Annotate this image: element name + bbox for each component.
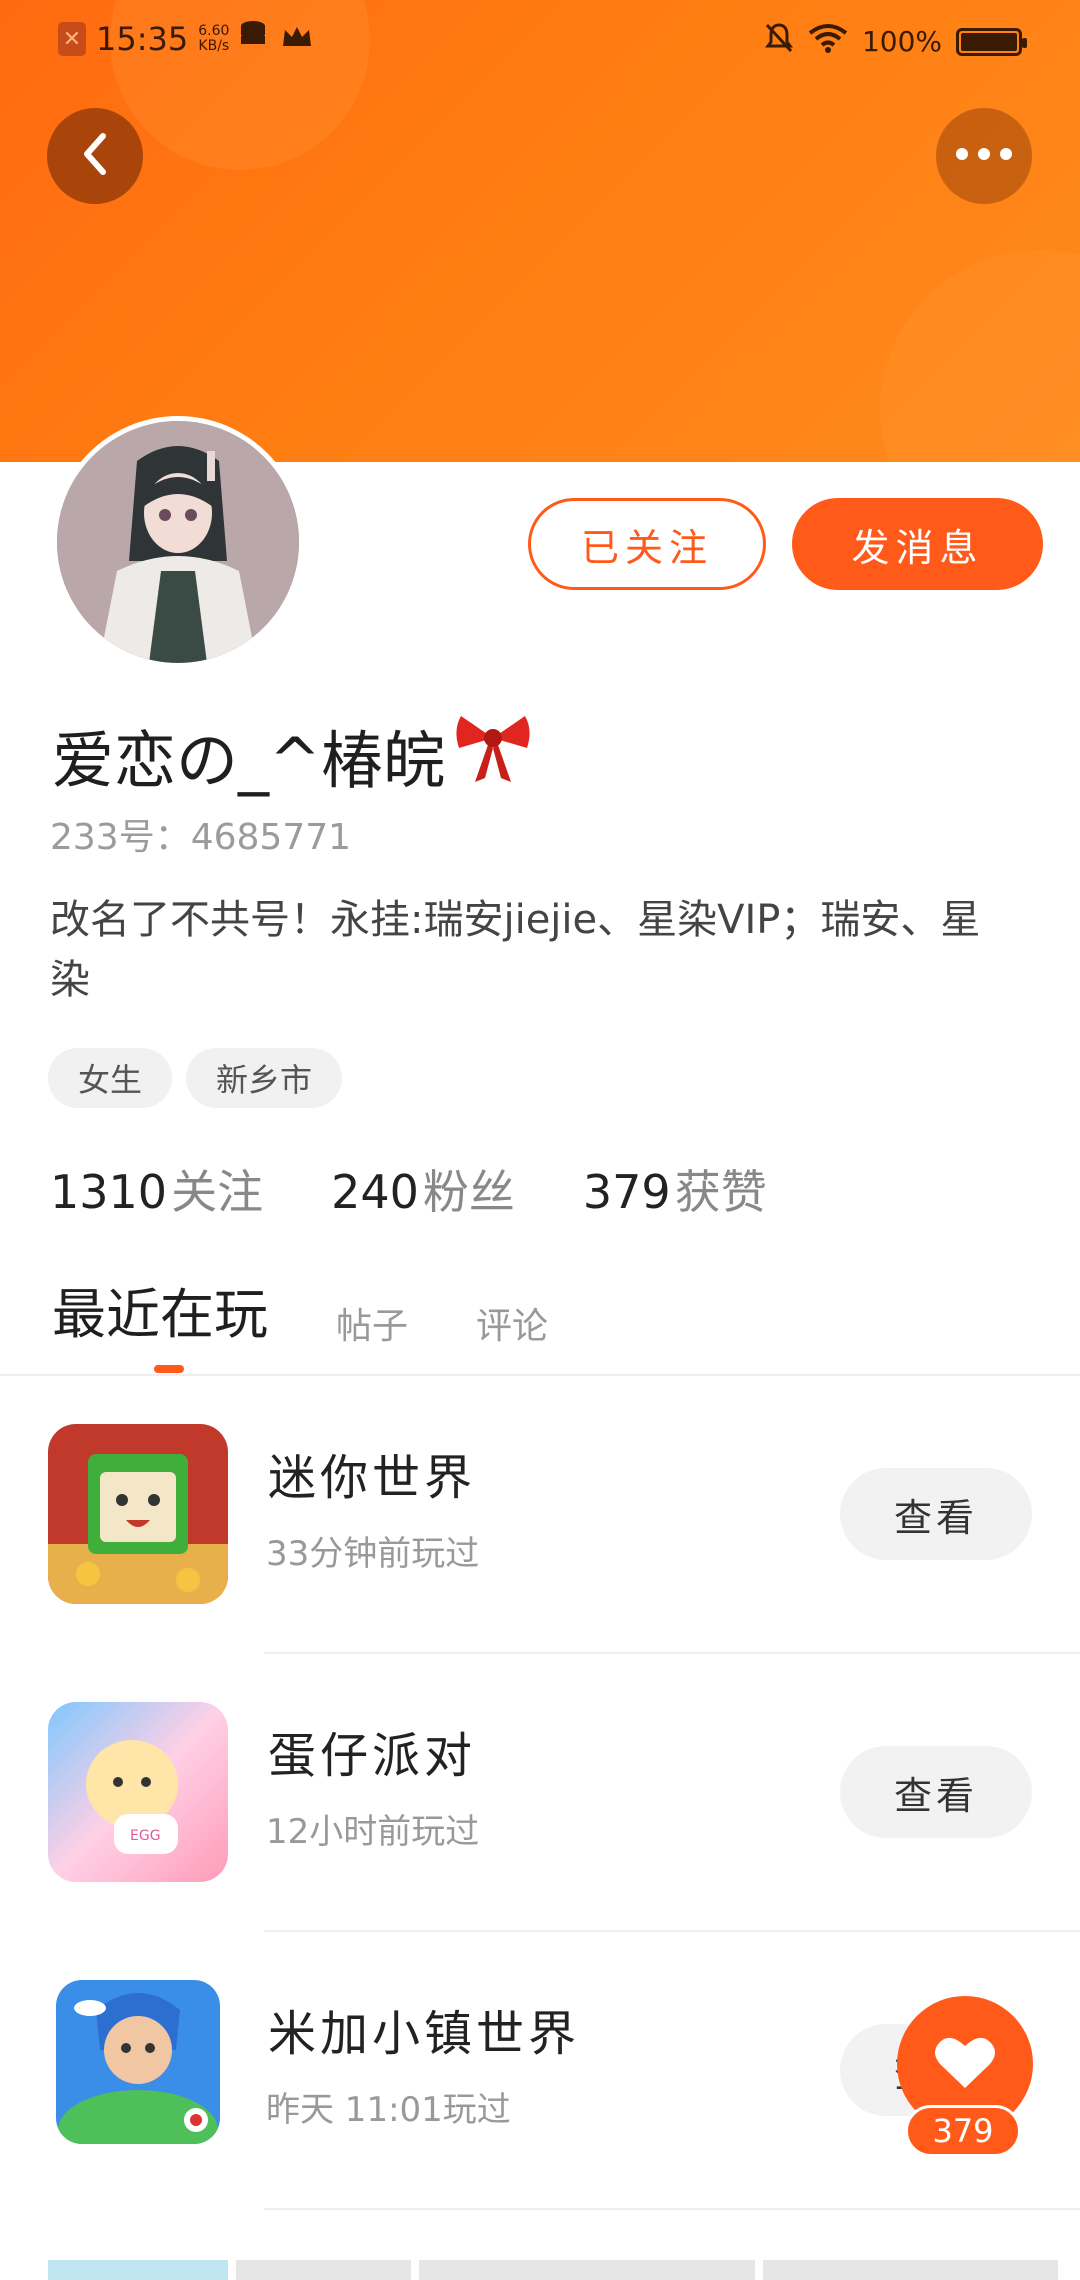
crown-icon	[281, 20, 313, 58]
game-last-played: 昨天 11:01玩过	[266, 2090, 511, 2130]
username-text: 爱恋の_^椿皖	[52, 723, 445, 797]
game-icon-mini-world	[48, 1424, 228, 1604]
like-count-badge: 379	[905, 2105, 1021, 2157]
status-bar: ✕ 15:35 6.60 KB/s 100%	[0, 0, 1080, 84]
svg-text:EGG: EGG	[130, 1828, 161, 1844]
battery-percent: 100%	[861, 25, 942, 58]
tag-city: 新乡市	[186, 1048, 343, 1108]
profile-stats: 1310关注 240粉丝 379获赞	[50, 1156, 767, 1222]
active-tab-indicator	[154, 1365, 184, 1373]
game-last-played: 33分钟前玩过	[266, 1534, 480, 1574]
divider	[264, 2208, 1080, 2210]
preview-image	[235, 2260, 412, 2280]
user-bio: 改名了不共号！永挂:瑞安jiejie、星染VIP；瑞安、星染	[50, 897, 981, 1003]
game-name: 迷你世界	[268, 1450, 477, 1506]
game-last-played: 12小时前玩过	[266, 1812, 480, 1852]
more-horizontal-icon	[954, 146, 1014, 166]
tab-comments[interactable]: 评论	[476, 1297, 548, 1353]
speed-value: 6.60	[198, 23, 230, 39]
chevron-left-icon	[75, 130, 115, 182]
game-icon-eggy-party: EGG	[48, 1702, 228, 1882]
network-speed: 6.60 KB/s	[198, 24, 229, 54]
tab-posts[interactable]: 帖子	[336, 1297, 408, 1353]
notification-icon: ✕	[58, 22, 86, 56]
avatar-image	[57, 421, 299, 663]
preview-image	[419, 2260, 755, 2280]
bow-icon	[451, 708, 535, 801]
preview-image	[762, 2260, 1058, 2280]
stat-following-num: 1310	[50, 1165, 168, 1219]
user-id: 233号：4685771	[50, 817, 352, 858]
stat-followers-label: 粉丝	[422, 1165, 515, 1219]
preview-image	[48, 2260, 228, 2280]
more-button[interactable]	[936, 108, 1032, 204]
stack-icon	[239, 20, 271, 58]
status-left: ✕ 15:35 6.60 KB/s	[58, 20, 313, 58]
stat-following[interactable]: 1310关注	[50, 1156, 263, 1222]
profile-tags: 女生 新乡市	[48, 1048, 343, 1108]
stat-followers[interactable]: 240粉丝	[331, 1156, 515, 1222]
stat-likes: 379获赞	[583, 1156, 767, 1222]
stat-following-label: 关注	[171, 1165, 264, 1219]
tab-recently-played[interactable]: 最近在玩	[52, 1270, 268, 1353]
battery-icon	[956, 27, 1027, 56]
status-time: 15:35	[96, 20, 189, 58]
back-button[interactable]	[47, 108, 143, 204]
view-button[interactable]: 查看	[840, 1468, 1032, 1560]
game-icon-miga-town	[56, 1980, 220, 2144]
tag-gender: 女生	[48, 1048, 173, 1108]
battery-fill	[961, 32, 1017, 51]
stat-likes-num: 379	[582, 1165, 671, 1219]
game-name: 蛋仔派对	[268, 1728, 477, 1784]
banner-decoration	[880, 250, 1080, 462]
username: 爱恋の_^椿皖	[52, 708, 535, 801]
status-right: 100%	[764, 22, 1027, 61]
next-item-preview	[48, 2260, 1058, 2280]
send-message-button[interactable]: 发消息	[792, 498, 1043, 590]
view-button[interactable]: 查看	[840, 1746, 1032, 1838]
list-item[interactable]: 迷你世界 33分钟前玩过 查看	[0, 1376, 1080, 1654]
profile-tabs: 最近在玩 帖子 评论	[52, 1270, 548, 1353]
wifi-icon	[808, 23, 848, 60]
followed-button[interactable]: 已关注	[528, 498, 766, 590]
stat-likes-label: 获赞	[674, 1165, 767, 1219]
list-item[interactable]: EGG 蛋仔派对 12小时前玩过 查看	[0, 1654, 1080, 1932]
game-name: 米加小镇世界	[268, 2006, 581, 2062]
mute-icon	[764, 22, 794, 61]
speed-unit: KB/s	[198, 38, 230, 54]
avatar[interactable]	[52, 416, 304, 668]
stat-followers-num: 240	[331, 1165, 419, 1219]
heart-icon	[934, 2034, 996, 2094]
